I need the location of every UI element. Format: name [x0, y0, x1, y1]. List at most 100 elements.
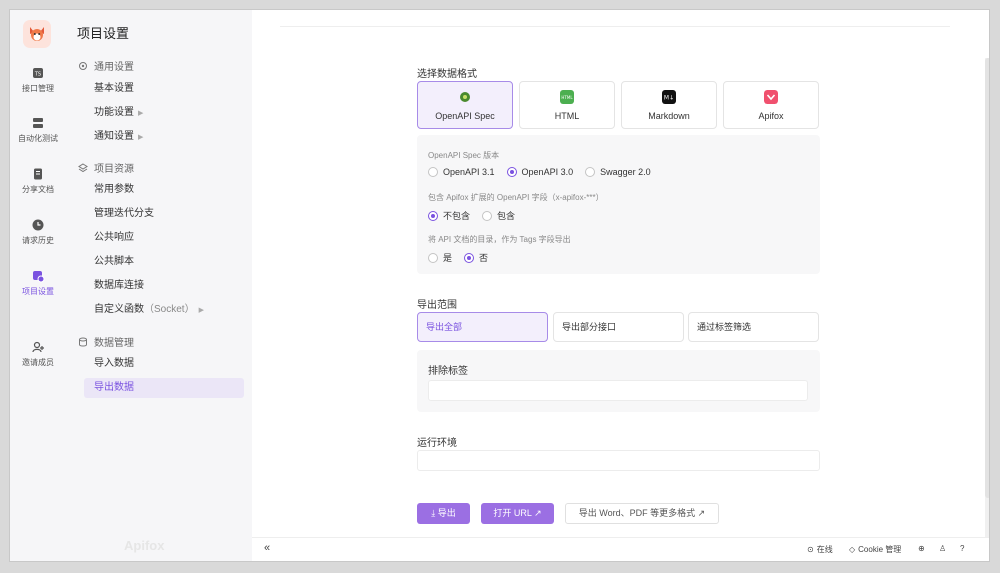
group-resources: 项目资源: [78, 160, 134, 175]
scope-all[interactable]: 导出全部: [417, 312, 548, 342]
radio-tags-no[interactable]: 否: [464, 251, 488, 264]
settings-sidebar: 项目设置 通用设置 基本设置 功能设置 ▶ 通知设置 ▶ 项目资源 常用参数 管理迭…: [66, 10, 252, 561]
version-radio-group: OpenAPI 3.1 OpenAPI 3.0 Swagger 2.0: [428, 167, 651, 177]
apifox-icon: [764, 90, 778, 104]
scope-partial[interactable]: 导出部分接口: [553, 312, 684, 342]
radio-ext-include[interactable]: 包含: [482, 209, 515, 222]
sidebar-item-responses[interactable]: 公共响应: [84, 228, 244, 248]
radio-circle: [482, 210, 493, 221]
sidebar-item-custom-fn[interactable]: 自定义函数（Socket） ▶: [84, 300, 244, 320]
sidebar-item-notify[interactable]: 通知设置 ▶: [84, 127, 244, 147]
radio-ext-exclude[interactable]: 不包含: [428, 209, 470, 222]
upload-icon[interactable]: ⊕: [918, 544, 925, 553]
help-icon[interactable]: ?: [960, 544, 964, 553]
open-url-button[interactable]: 打开 URL ↗: [481, 503, 554, 524]
openapi-icon: [460, 92, 470, 102]
radio-label: 是: [443, 253, 453, 263]
doc-icon: [34, 168, 42, 180]
database-icon: [79, 337, 87, 346]
fox-logo-icon: [30, 27, 44, 41]
nav-label: 自定义函数: [94, 304, 144, 315]
sidebar-item-params[interactable]: 常用参数: [84, 180, 244, 200]
sidebar-item-db[interactable]: 数据库连接: [84, 276, 244, 296]
format-card-openapi[interactable]: OpenAPI Spec: [417, 81, 513, 129]
nav-label: 通知设置: [94, 131, 134, 142]
cookie-manager[interactable]: ◇ Cookie 管理: [849, 544, 901, 555]
status-bar: « ⊙ 在线 ◇ Cookie 管理 ⊕ ♙ ?: [252, 537, 989, 561]
collapse-sidebar-icon[interactable]: «: [264, 542, 270, 554]
sidebar-item-basic[interactable]: 基本设置: [84, 79, 244, 99]
radio-label: 否: [479, 253, 489, 263]
status-label: Cookie 管理: [858, 545, 902, 554]
caret-right-icon: ▶: [138, 134, 144, 141]
radio-swagger-20[interactable]: Swagger 2.0: [585, 167, 651, 177]
gear-icon: [79, 61, 87, 70]
nav-label: 功能设置: [94, 107, 134, 118]
scope-by-tags[interactable]: 通过标签筛选: [688, 312, 819, 342]
format-card-label: OpenAPI Spec: [435, 111, 495, 121]
scope-label: 导出部分接口: [562, 322, 617, 332]
radio-circle: [428, 210, 438, 221]
external-link-icon: ↗: [697, 508, 706, 518]
settings-icon: [33, 271, 45, 283]
sidebar-item-branches[interactable]: 管理迭代分支: [84, 204, 244, 224]
radio-tags-yes[interactable]: 是: [428, 251, 452, 264]
apifox-watermark: Apifox: [124, 538, 165, 553]
radio-circle: [506, 167, 517, 177]
rail-item-project-settings[interactable]: 项目设置: [10, 269, 66, 297]
export-button[interactable]: ⤓ 导出: [417, 503, 470, 524]
exclude-tags-input[interactable]: [428, 380, 808, 401]
button-label: 打开 URL: [493, 508, 532, 518]
invite-icon: [32, 341, 44, 353]
nav-label: 基本设置: [94, 83, 134, 94]
api-icon: TS: [33, 68, 43, 78]
env-select[interactable]: [417, 450, 820, 471]
format-card-html[interactable]: HTML HTML: [519, 81, 615, 129]
sidebar-item-features[interactable]: 功能设置 ▶: [84, 103, 244, 123]
exclude-tags-panel: 排除标签: [417, 350, 820, 412]
online-status[interactable]: ⊙ 在线: [807, 544, 833, 555]
radio-circle: [428, 167, 438, 177]
nav-label: 管理迭代分支: [94, 208, 154, 219]
more-formats-button[interactable]: 导出 Word、PDF 等更多格式 ↗: [565, 503, 719, 524]
rail-item-share-doc[interactable]: 分享文档: [10, 167, 66, 195]
rail-label: 分享文档: [22, 185, 54, 194]
group-label: 项目资源: [94, 164, 134, 175]
button-label: 导出: [437, 508, 456, 518]
layers-icon: [78, 162, 88, 172]
rail-item-api[interactable]: TS 接口管理: [10, 66, 66, 94]
group-general: 通用设置: [78, 58, 134, 73]
caret-right-icon: ▶: [138, 110, 144, 117]
version-label: OpenAPI Spec 版本: [428, 151, 500, 160]
nav-label: 导入数据: [94, 358, 134, 369]
radio-openapi-30[interactable]: OpenAPI 3.0: [506, 167, 574, 177]
sidebar-item-export[interactable]: 导出数据: [84, 378, 244, 398]
main-content: 选择数据格式 OpenAPI Spec HTML HTML M↓ Markdow…: [252, 10, 989, 561]
shirt-icon[interactable]: ♙: [939, 544, 946, 553]
nav-label: 公共脚本: [94, 256, 134, 267]
sidebar-item-import[interactable]: 导入数据: [84, 354, 244, 374]
format-card-apifox[interactable]: Apifox: [723, 81, 819, 129]
radio-circle: [464, 252, 475, 263]
test-icon: [33, 118, 43, 128]
button-label: 导出 Word、PDF 等更多格式: [578, 508, 696, 518]
scope-section-label: 导出范围: [417, 300, 457, 311]
nav-label: 数据库连接: [94, 280, 144, 291]
apifox-logo[interactable]: [23, 20, 51, 48]
radio-label: Swagger 2.0: [600, 167, 651, 177]
rail-item-history[interactable]: 请求历史: [10, 218, 66, 246]
radio-openapi-31[interactable]: OpenAPI 3.1: [428, 167, 495, 177]
radio-label: OpenAPI 3.0: [521, 167, 574, 177]
format-card-markdown[interactable]: M↓ Markdown: [621, 81, 717, 129]
format-section-label: 选择数据格式: [417, 69, 477, 80]
history-icon: [32, 219, 44, 231]
scrollbar-thumb[interactable]: [985, 58, 989, 498]
tags-label: 将 API 文档的目录，作为 Tags 字段导出: [428, 235, 571, 244]
rail-item-invite[interactable]: 邀请成员: [10, 340, 66, 368]
format-card-label: Markdown: [648, 111, 690, 121]
app-window: TS 接口管理 自动化测试 分享文档 请求历史 项目设置 邀请成员 项目设置 通…: [9, 9, 990, 562]
rail-item-test[interactable]: 自动化测试: [10, 116, 66, 144]
svg-text:HTML: HTML: [561, 95, 573, 100]
sidebar-item-scripts[interactable]: 公共脚本: [84, 252, 244, 272]
radio-circle: [428, 252, 438, 263]
